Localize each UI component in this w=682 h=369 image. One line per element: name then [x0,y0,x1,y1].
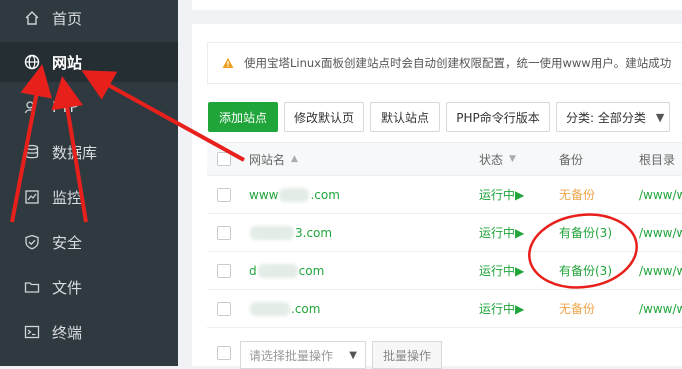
sidebar-item-website[interactable]: 网站 [0,42,178,82]
root-dir-link[interactable]: /www/w [639,252,682,289]
shield-icon [25,234,39,250]
site-name-suffix: com [298,263,325,278]
column-header-backup: 备份 [559,143,583,175]
row-checkbox[interactable] [217,187,231,202]
sort-down-icon: ▼ [509,154,516,164]
table-row: d com 运行中▶ 有备份(3) /www/w [207,252,682,290]
default-site-button[interactable]: 默认站点 [370,102,440,132]
site-name-prefix: www [249,187,279,202]
caret-down-icon: ▼ [655,110,665,124]
table-row: www .com 运行中▶ 无备份 /www/w [207,176,682,214]
status-toggle[interactable]: 运行中▶ [479,290,524,327]
header-label: 状态 [479,152,504,167]
site-name-link[interactable]: .com [249,290,320,327]
column-header-root-dir: 根目录 [639,143,675,175]
redacted-text [279,187,310,202]
row-checkbox[interactable] [217,301,231,316]
monitor-icon [25,190,39,204]
batch-select-checkbox[interactable] [217,346,231,360]
status-toggle[interactable]: 运行中▶ [479,176,524,213]
sidebar-item-label: 网站 [52,53,83,72]
caret-down-icon: ▼ [349,349,357,361]
row-checkbox[interactable] [217,225,231,240]
sidebar: 首页 网站 FTP 数据库 监控 安全 文件 终端 [0,0,178,366]
folder-icon [24,282,40,293]
category-select-value: 分类: 全部分类 [566,110,646,125]
modify-default-page-button[interactable]: 修改默认页 [284,102,364,132]
redacted-text [257,263,298,278]
add-site-button[interactable]: 添加站点 [208,102,278,132]
sidebar-item-label: 安全 [52,233,83,252]
backup-link[interactable]: 有备份(3) [559,252,612,289]
root-dir-link[interactable]: /www/w [639,290,682,327]
status-toggle[interactable]: 运行中▶ [479,252,524,289]
notice-text: 使用宝塔Linux面板创建站点时会自动创建权限配置，统一使用www用户。建站成功 [244,56,672,70]
redacted-text [250,301,290,316]
backup-link[interactable]: 有备份(3) [559,214,612,251]
sidebar-item-label: 首页 [52,9,83,28]
select-all-checkbox[interactable] [217,152,231,166]
home-icon [25,11,39,25]
ftp-icon [24,101,36,114]
database-icon [25,144,39,159]
sidebar-item-home[interactable]: 首页 [0,0,178,36]
sidebar-item-terminal[interactable]: 终端 [0,312,178,352]
batch-operation-placeholder: 请选择批量操作 [249,348,334,363]
sidebar-item-label: 监控 [52,188,83,207]
php-cli-version-button[interactable]: PHP命令行版本 [446,102,550,132]
header-label: 备份 [559,152,584,167]
site-name-link[interactable]: d com [249,252,324,289]
backup-link[interactable]: 无备份 [559,290,595,327]
site-name-prefix: d [249,263,257,278]
site-name-suffix: .com [310,187,340,202]
globe-icon [24,54,40,70]
table-row: .com 运行中▶ 无备份 /www/w [207,290,682,328]
root-dir-link[interactable]: /www/w [639,214,682,251]
site-name-suffix: 3.com [295,225,333,240]
column-header-site-name[interactable]: 网站名 ▲ [249,143,298,175]
batch-operation-button[interactable]: 批量操作 [372,341,442,369]
sidebar-item-ftp[interactable]: FTP [0,87,178,127]
root-dir-link[interactable]: /www/w [639,176,682,213]
site-name-suffix: .com [291,301,321,316]
batch-operation-select[interactable]: 请选择批量操作 ▼ [240,341,366,369]
site-name-link[interactable]: 3.com [249,214,332,251]
sidebar-item-files[interactable]: 文件 [0,267,178,307]
sidebar-item-security[interactable]: 安全 [0,222,178,262]
notice-bar: 使用宝塔Linux面板创建站点时会自动创建权限配置，统一使用www用户。建站成功 [207,42,682,84]
site-table: 网站名 ▲ 状态 ▼ 备份 根目录 www .com 运行中▶ 无备份 /www/… [207,142,682,332]
top-panel [192,0,682,10]
row-checkbox[interactable] [217,263,231,278]
sidebar-item-label: 终端 [52,323,83,342]
category-select[interactable]: 分类: 全部分类 ▼ [556,102,670,132]
sort-up-icon: ▲ [291,154,298,164]
redacted-text [250,225,294,240]
header-label: 根目录 [639,152,676,167]
terminal-icon [24,325,40,339]
sidebar-item-label: 数据库 [52,143,98,162]
header-label: 网站名 [249,152,286,167]
table-header: 网站名 ▲ 状态 ▼ 备份 根目录 [207,142,682,176]
sidebar-item-label: FTP [52,98,79,116]
site-name-link[interactable]: www .com [249,176,340,213]
sidebar-item-database[interactable]: 数据库 [0,132,178,172]
status-toggle[interactable]: 运行中▶ [479,214,524,251]
sidebar-item-label: 文件 [52,278,83,297]
warning-icon [222,57,234,68]
backup-link[interactable]: 无备份 [559,176,595,213]
column-header-status[interactable]: 状态 ▼ [479,143,516,175]
sidebar-item-monitor[interactable]: 监控 [0,177,178,217]
table-row: 3.com 运行中▶ 有备份(3) /www/w [207,214,682,252]
